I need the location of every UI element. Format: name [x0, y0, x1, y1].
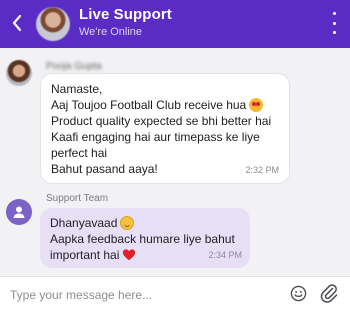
more-vertical-icon	[332, 12, 336, 15]
sender-name: Support Team	[46, 193, 109, 204]
message-line: Aapka feedback humare liye bahut	[50, 232, 235, 246]
message-line: perfect hai	[51, 146, 108, 160]
message-line: Kaafi engaging hai aur timepass ke liye	[51, 130, 260, 144]
heart-eyes-emoji-icon	[249, 98, 264, 112]
chat-title: Live Support	[79, 6, 172, 23]
back-button[interactable]	[6, 10, 28, 36]
message-line: important hai	[50, 248, 120, 262]
user-avatar	[6, 60, 32, 86]
online-status: We're Online	[79, 26, 143, 38]
person-icon	[13, 206, 25, 218]
smile-emoji-icon	[120, 216, 135, 230]
message-line: Aaj Toujoo Football Club receive hua	[51, 98, 247, 112]
message-input[interactable]	[8, 283, 272, 307]
message-timestamp: 2:34 PM	[208, 250, 242, 260]
chevron-left-icon	[12, 14, 22, 32]
message-line: Dhanyavaad	[50, 216, 118, 230]
message-bubble-incoming: Namaste, Aaj Toujoo Football Club receiv…	[40, 73, 290, 184]
red-heart-emoji-icon	[123, 249, 136, 261]
message-bubble-outgoing: Dhanyavaad Aapka feedback humare liye ba…	[40, 208, 250, 268]
smiley-icon[interactable]	[290, 285, 307, 302]
paperclip-icon[interactable]	[320, 283, 338, 303]
message-timestamp: 2:32 PM	[245, 165, 279, 175]
agent-avatar	[36, 7, 70, 41]
chat-header: Live Support We're Online	[0, 0, 350, 48]
support-team-avatar	[6, 199, 32, 225]
sender-name: Pooja Gupta	[46, 61, 102, 72]
message-line: Namaste,	[51, 82, 103, 96]
chat-screen: Live Support We're Online Pooja Gupta Na…	[0, 0, 350, 309]
message-line: Product quality expected se bhi better h…	[51, 114, 272, 128]
message-composer	[0, 276, 350, 309]
more-options-button[interactable]	[328, 12, 340, 34]
